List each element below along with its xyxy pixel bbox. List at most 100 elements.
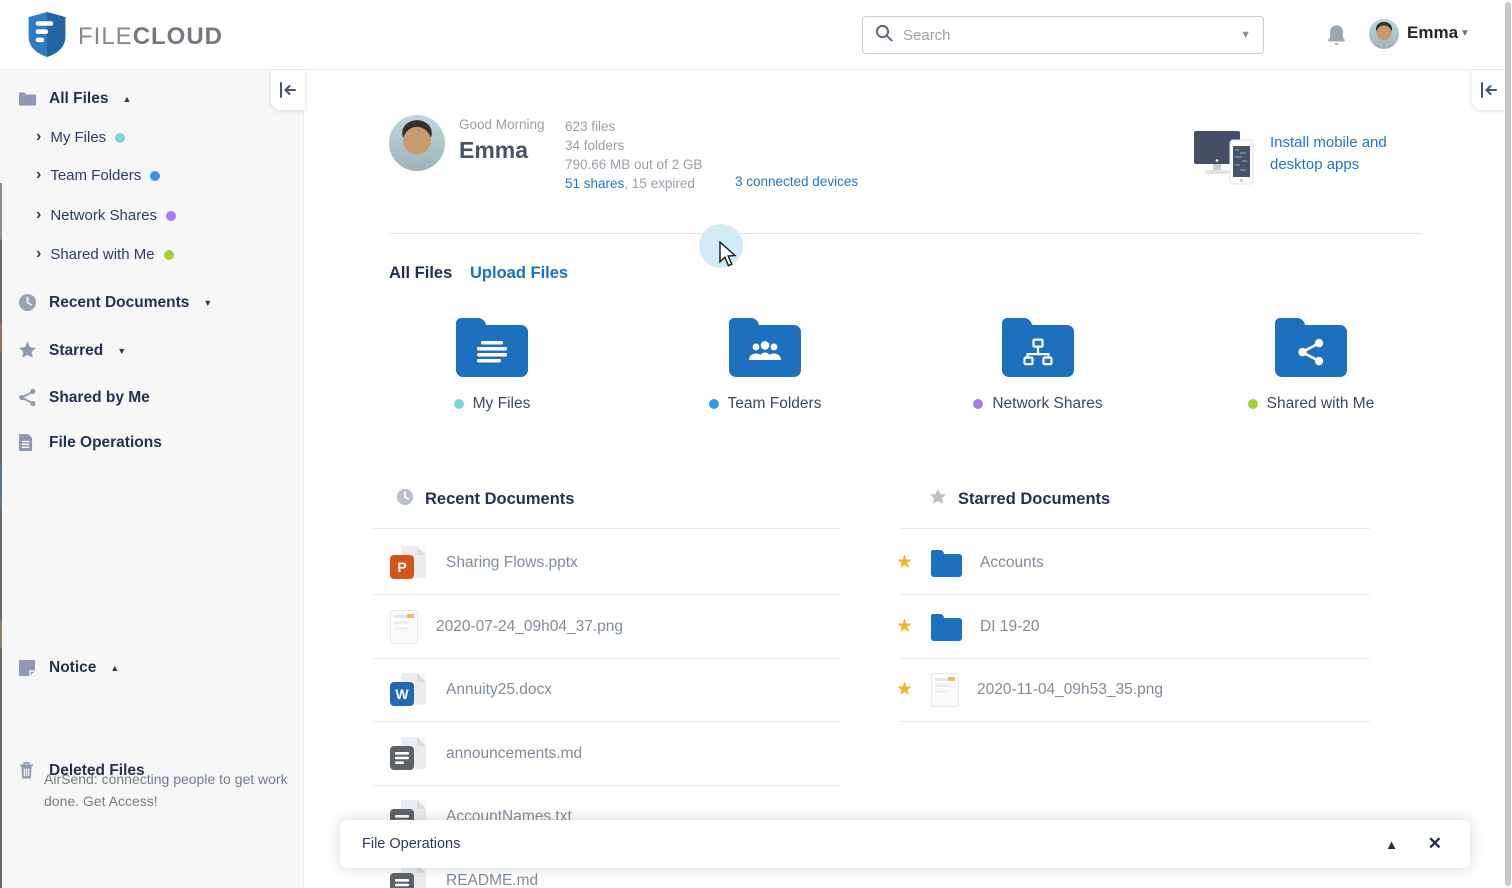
sidebar: All Files ▲ › My Files › Team Folders › … xyxy=(0,70,304,888)
network-shares-dot xyxy=(166,211,176,221)
shares-expired: , 15 expired xyxy=(624,176,695,191)
folder-icon xyxy=(931,554,962,577)
scrollbar-thumb[interactable] xyxy=(1505,2,1511,886)
file-operations-title: File Operations xyxy=(362,836,460,852)
starred-row-image[interactable]: ★ 2020-11-04_09h53_35.png xyxy=(896,658,1163,721)
search-icon xyxy=(875,24,893,47)
starred-documents-header: Starred Documents xyxy=(929,488,1110,511)
devices-illustration-icon xyxy=(1192,127,1258,189)
file-operations-panel: File Operations ▲ ✕ xyxy=(340,820,1470,868)
clock-icon xyxy=(396,488,414,511)
star-icon xyxy=(929,488,947,511)
clock-icon xyxy=(18,293,37,312)
chevron-right-icon[interactable]: › xyxy=(36,207,41,223)
expand-caret-icon[interactable]: ▼ xyxy=(117,346,126,356)
folder-icon xyxy=(18,89,37,108)
sidebar-item-network-shares[interactable]: › Network Shares xyxy=(36,207,176,224)
docx-file-icon: W xyxy=(390,672,428,708)
collapse-caret-icon[interactable]: ▲ xyxy=(110,663,119,673)
user-name[interactable]: Emma xyxy=(1407,23,1458,43)
filecloud-app: FILECLOUD ▼ Emma ▼ All Files ▲ › My File… xyxy=(0,0,1512,888)
greeting-avatar xyxy=(389,115,445,171)
file-row-md[interactable]: announcements.md xyxy=(390,722,582,785)
user-avatar[interactable] xyxy=(1369,19,1399,49)
shared-with-me-folder-icon xyxy=(1275,325,1347,377)
team-folders-folder-icon xyxy=(729,325,801,377)
star-icon xyxy=(18,341,37,360)
connected-devices-link[interactable]: 3 connected devices xyxy=(735,174,858,189)
sidebar-item-deleted-files[interactable]: Deleted Files xyxy=(18,761,145,780)
chevron-right-icon[interactable]: › xyxy=(36,167,41,183)
notifications-bell-icon[interactable] xyxy=(1326,24,1347,47)
shortcut-shared-with-me[interactable]: Shared with Me xyxy=(1236,316,1386,413)
greeting-salutation: Good Morning xyxy=(459,117,545,132)
install-apps-link[interactable]: Install mobile and desktop apps xyxy=(1270,132,1420,176)
search-scope-dropdown-icon[interactable]: ▼ xyxy=(1240,29,1251,41)
chevron-right-icon[interactable]: › xyxy=(36,129,41,145)
gold-star-icon[interactable]: ★ xyxy=(896,553,913,572)
sidebar-item-my-files[interactable]: › My Files xyxy=(36,129,125,146)
team-folders-dot xyxy=(150,171,160,181)
stat-folders: 34 folders xyxy=(565,136,702,155)
section-divider xyxy=(389,233,1422,234)
shared-with-me-dot xyxy=(1248,399,1258,409)
file-row-image[interactable]: 2020-07-24_09h04_37.png xyxy=(390,595,623,658)
my-files-folder-icon xyxy=(456,325,528,377)
share-icon xyxy=(18,388,37,407)
gold-star-icon[interactable]: ★ xyxy=(896,680,913,699)
shortcut-network-shares[interactable]: Network Shares xyxy=(963,316,1113,413)
account-stats: 623 files 34 folders 790.66 MB out of 2 … xyxy=(565,117,702,193)
starred-row-folder[interactable]: ★ DI 19-20 xyxy=(896,595,1040,658)
stat-storage: 790.66 MB out of 2 GB xyxy=(565,155,702,174)
sidebar-item-notice[interactable]: Notice ▲ xyxy=(18,658,119,677)
panel-expand-icon[interactable]: ▲ xyxy=(1385,837,1398,852)
search-input[interactable] xyxy=(903,27,1230,44)
shortcut-my-files[interactable]: My Files xyxy=(417,316,567,413)
my-files-dot xyxy=(115,133,125,143)
filecloud-shield-icon xyxy=(28,12,66,62)
panel-collapse-button[interactable] xyxy=(1472,70,1506,110)
folder-icon xyxy=(931,618,962,641)
sidebar-item-starred[interactable]: Starred ▼ xyxy=(18,341,126,360)
text-file-icon xyxy=(390,736,428,772)
network-shares-dot xyxy=(973,399,983,409)
file-row-pptx[interactable]: P Sharing Flows.pptx xyxy=(390,531,578,594)
stat-files: 623 files xyxy=(565,117,702,136)
page-scrollbar[interactable] xyxy=(1504,0,1512,888)
shortcut-team-folders[interactable]: Team Folders xyxy=(690,316,840,413)
logo-wordmark: FILECLOUD xyxy=(78,23,223,51)
collapse-caret-icon[interactable]: ▲ xyxy=(122,94,131,104)
sidebar-item-shared-with-me[interactable]: › Shared with Me xyxy=(36,246,174,263)
user-menu-caret-icon[interactable]: ▼ xyxy=(1460,28,1470,39)
image-thumbnail-icon xyxy=(931,673,959,707)
mouse-cursor xyxy=(718,241,737,272)
shares-link[interactable]: 51 shares xyxy=(565,176,624,191)
gold-star-icon[interactable]: ★ xyxy=(896,617,913,636)
pptx-file-icon: P xyxy=(390,545,428,581)
tab-upload-files[interactable]: Upload Files xyxy=(470,264,568,283)
recent-documents-header: Recent Documents xyxy=(396,488,574,511)
search-box: ▼ xyxy=(862,16,1264,54)
sidebar-item-recent-documents[interactable]: Recent Documents ▼ xyxy=(18,293,212,312)
starred-row-folder[interactable]: ★ Accounts xyxy=(896,531,1044,594)
expand-caret-icon[interactable]: ▼ xyxy=(203,298,212,308)
note-icon xyxy=(18,658,37,677)
network-shares-folder-icon xyxy=(1002,325,1074,377)
team-folders-dot xyxy=(709,399,719,409)
sidebar-item-all-files[interactable]: All Files ▲ xyxy=(18,89,131,108)
sidebar-item-shared-by-me[interactable]: Shared by Me xyxy=(18,388,150,407)
document-icon xyxy=(18,433,37,452)
file-row-docx[interactable]: W Annuity25.docx xyxy=(390,658,552,721)
panel-close-icon[interactable]: ✕ xyxy=(1428,834,1442,854)
sidebar-item-file-operations[interactable]: File Operations xyxy=(18,433,162,452)
chevron-right-icon[interactable]: › xyxy=(36,246,41,262)
greeting-name: Emma xyxy=(459,137,528,164)
sidebar-item-team-folders[interactable]: › Team Folders xyxy=(36,167,160,184)
my-files-dot xyxy=(454,399,464,409)
stat-shares: 51 shares, 15 expired xyxy=(565,174,702,193)
filecloud-logo[interactable]: FILECLOUD xyxy=(28,12,223,62)
tab-all-files[interactable]: All Files xyxy=(389,264,452,283)
trash-icon xyxy=(18,761,37,780)
screen-edge-artifact xyxy=(0,183,2,888)
sidebar-collapse-button[interactable] xyxy=(271,70,305,110)
